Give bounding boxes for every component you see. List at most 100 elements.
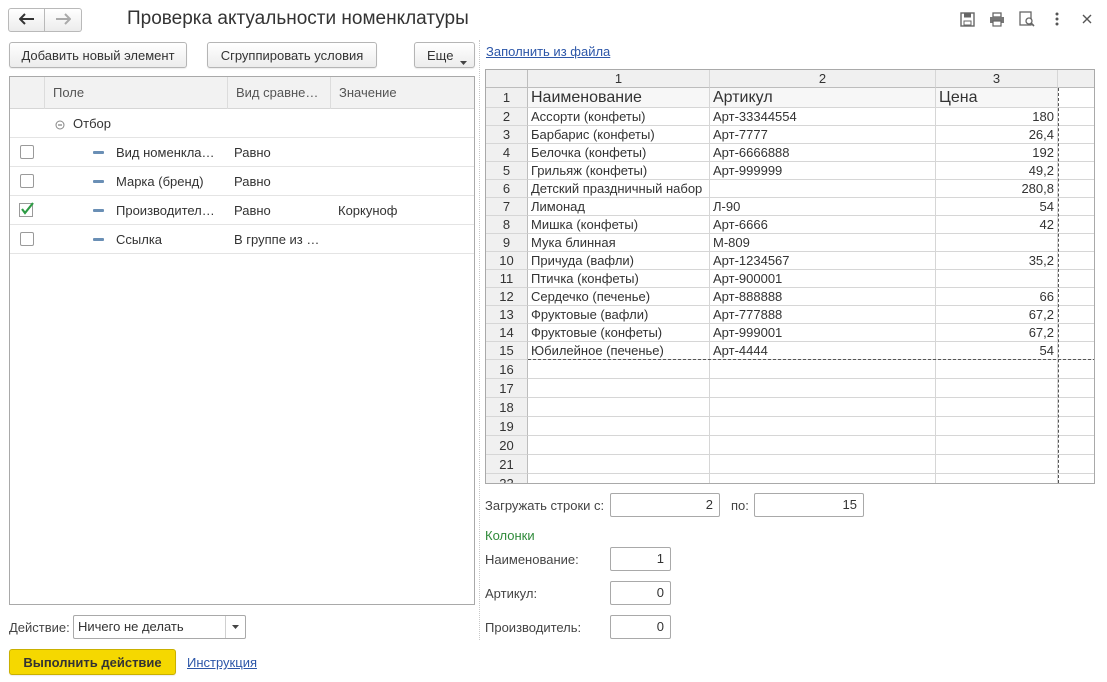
sheet-cell-article[interactable] <box>710 436 936 455</box>
sheet-column-header[interactable] <box>1058 70 1094 88</box>
sheet-row-number[interactable]: 11 <box>486 270 528 288</box>
sheet-cell-empty[interactable] <box>1058 180 1094 198</box>
sheet-row-number[interactable]: 15 <box>486 342 528 360</box>
sheet-cell-price[interactable] <box>936 398 1058 417</box>
sheet-row[interactable]: 15 Юбилейное (печенье) Арт-4444 54 <box>486 342 1094 360</box>
sheet-cell-name[interactable]: Фруктовые (вафли) <box>528 306 710 324</box>
sheet-cell-price[interactable]: 54 <box>936 198 1058 216</box>
load-to-input[interactable]: 15 <box>754 493 864 517</box>
sheet-row[interactable]: 14 Фруктовые (конфеты) Арт-999001 67,2 <box>486 324 1094 342</box>
sheet-row-number[interactable]: 8 <box>486 216 528 234</box>
preview-icon[interactable] <box>1019 11 1035 27</box>
sheet-cell-article[interactable]: Арт-999999 <box>710 162 936 180</box>
load-from-input[interactable]: 2 <box>610 493 720 517</box>
sheet-cell-price[interactable]: 26,4 <box>936 126 1058 144</box>
sheet-cell-name[interactable]: Юбилейное (печенье) <box>528 342 710 360</box>
sheet-row[interactable]: 7 Лимонад Л-90 54 <box>486 198 1094 216</box>
sheet-row-number[interactable]: 4 <box>486 144 528 162</box>
sheet-cell-empty[interactable] <box>1058 108 1094 126</box>
tree-row[interactable]: Вид номенкла… Равно <box>10 138 474 167</box>
sheet-cell-name[interactable] <box>528 417 710 436</box>
sheet-cell-price[interactable] <box>936 270 1058 288</box>
sheet-cell-empty[interactable] <box>1058 162 1094 180</box>
fill-from-file-link[interactable]: Заполнить из файла <box>486 44 610 59</box>
sheet-row-number[interactable]: 5 <box>486 162 528 180</box>
sheet-cell-name[interactable]: Белочка (конфеты) <box>528 144 710 162</box>
sheet-row-number[interactable]: 6 <box>486 180 528 198</box>
column-header-field[interactable]: Поле <box>44 77 227 109</box>
sheet-cell-article[interactable] <box>710 398 936 417</box>
sheet-row[interactable]: 10 Причуда (вафли) Арт-1234567 35,2 <box>486 252 1094 270</box>
sheet-column-header[interactable]: 3 <box>936 70 1058 88</box>
sheet-row-number[interactable]: 13 <box>486 306 528 324</box>
add-element-button[interactable]: Добавить новый элемент <box>9 42 187 68</box>
sheet-row[interactable]: 17 <box>486 379 1094 398</box>
sheet-cell-name[interactable]: Мишка (конфеты) <box>528 216 710 234</box>
sheet-row[interactable]: 5 Грильяж (конфеты) Арт-999999 49,2 <box>486 162 1094 180</box>
sheet-cell-empty[interactable] <box>1058 417 1094 436</box>
sheet-cell-name[interactable] <box>528 436 710 455</box>
sheet-row-number[interactable]: 21 <box>486 455 528 474</box>
spreadsheet[interactable]: 1 2 3 1 Наименование Артикул Цена 2 Ассорти (кон… <box>485 69 1095 484</box>
sheet-cell-price[interactable]: 66 <box>936 288 1058 306</box>
column-header-comparison[interactable]: Вид сравне… <box>227 77 330 109</box>
sheet-cell-name[interactable] <box>528 474 710 483</box>
sheet-row-number[interactable]: 7 <box>486 198 528 216</box>
sheet-column-header[interactable]: 2 <box>710 70 936 88</box>
sheet-cell-empty[interactable] <box>1058 342 1094 360</box>
sheet-cell-name[interactable] <box>528 455 710 474</box>
tree-row[interactable]: Производител… Равно Коркуноф <box>10 196 474 225</box>
sheet-row[interactable]: 19 <box>486 417 1094 436</box>
sheet-row[interactable]: 21 <box>486 455 1094 474</box>
sheet-cell-empty[interactable] <box>1058 270 1094 288</box>
sheet-cell-price[interactable] <box>936 455 1058 474</box>
group-conditions-button[interactable]: Сгруппировать условия <box>207 42 377 68</box>
sheet-row[interactable]: 4 Белочка (конфеты) Арт-6666888 192 <box>486 144 1094 162</box>
sheet-cell-empty[interactable] <box>1058 379 1094 398</box>
sheet-cell-name[interactable]: Барбарис (конфеты) <box>528 126 710 144</box>
close-icon[interactable] <box>1079 11 1095 27</box>
row-checkbox[interactable] <box>20 174 34 188</box>
row-checkbox[interactable] <box>20 232 34 246</box>
sheet-row[interactable]: 12 Сердечко (печенье) Арт-888888 66 <box>486 288 1094 306</box>
sheet-row[interactable]: 9 Мука блинная М-809 <box>486 234 1094 252</box>
sheet-row-number[interactable]: 12 <box>486 288 528 306</box>
sheet-cell-price[interactable] <box>936 360 1058 379</box>
execute-action-button[interactable]: Выполнить действие <box>9 649 176 675</box>
sheet-row-number[interactable]: 1 <box>486 88 528 108</box>
tree-row[interactable]: Ссылка В группе из … <box>10 225 474 254</box>
action-select[interactable]: Ничего не делать <box>73 615 246 639</box>
back-button[interactable] <box>8 8 45 32</box>
sheet-cell-article[interactable]: Артикул <box>710 88 936 108</box>
sheet-cell-price[interactable] <box>936 436 1058 455</box>
sheet-cell-empty[interactable] <box>1058 474 1094 483</box>
sheet-cell-empty[interactable] <box>1058 234 1094 252</box>
sheet-cell-article[interactable]: Арт-7777 <box>710 126 936 144</box>
sheet-cell-article[interactable]: Арт-999001 <box>710 324 936 342</box>
sheet-cell-price[interactable]: 192 <box>936 144 1058 162</box>
sheet-cell-article[interactable]: Л-90 <box>710 198 936 216</box>
sheet-cell-empty[interactable] <box>1058 436 1094 455</box>
sheet-row[interactable]: 1 Наименование Артикул Цена <box>486 88 1094 108</box>
filter-tree[interactable]: Поле Вид сравне… Значение Отбор Вид номе… <box>9 76 475 605</box>
sheet-cell-price[interactable]: 67,2 <box>936 306 1058 324</box>
sheet-cell-empty[interactable] <box>1058 144 1094 162</box>
sheet-cell-name[interactable]: Птичка (конфеты) <box>528 270 710 288</box>
row-checkbox[interactable] <box>20 145 34 159</box>
sheet-row[interactable]: 22 <box>486 474 1094 483</box>
sheet-row-number[interactable]: 18 <box>486 398 528 417</box>
collapse-icon[interactable] <box>55 118 65 133</box>
sheet-corner[interactable] <box>486 70 528 88</box>
sheet-cell-price[interactable]: 35,2 <box>936 252 1058 270</box>
sheet-row[interactable]: 6 Детский праздничный набор 280,8 <box>486 180 1094 198</box>
sheet-cell-price[interactable] <box>936 417 1058 436</box>
sheet-cell-price[interactable]: 180 <box>936 108 1058 126</box>
sheet-cell-empty[interactable] <box>1058 88 1094 108</box>
sheet-cell-empty[interactable] <box>1058 252 1094 270</box>
more-button[interactable]: Еще <box>414 42 475 68</box>
sheet-cell-price[interactable] <box>936 234 1058 252</box>
sheet-row-number[interactable]: 9 <box>486 234 528 252</box>
sheet-row[interactable]: 2 Ассорти (конфеты) Арт-33344554 180 <box>486 108 1094 126</box>
sheet-row[interactable]: 13 Фруктовые (вафли) Арт-777888 67,2 <box>486 306 1094 324</box>
sheet-cell-name[interactable]: Причуда (вафли) <box>528 252 710 270</box>
